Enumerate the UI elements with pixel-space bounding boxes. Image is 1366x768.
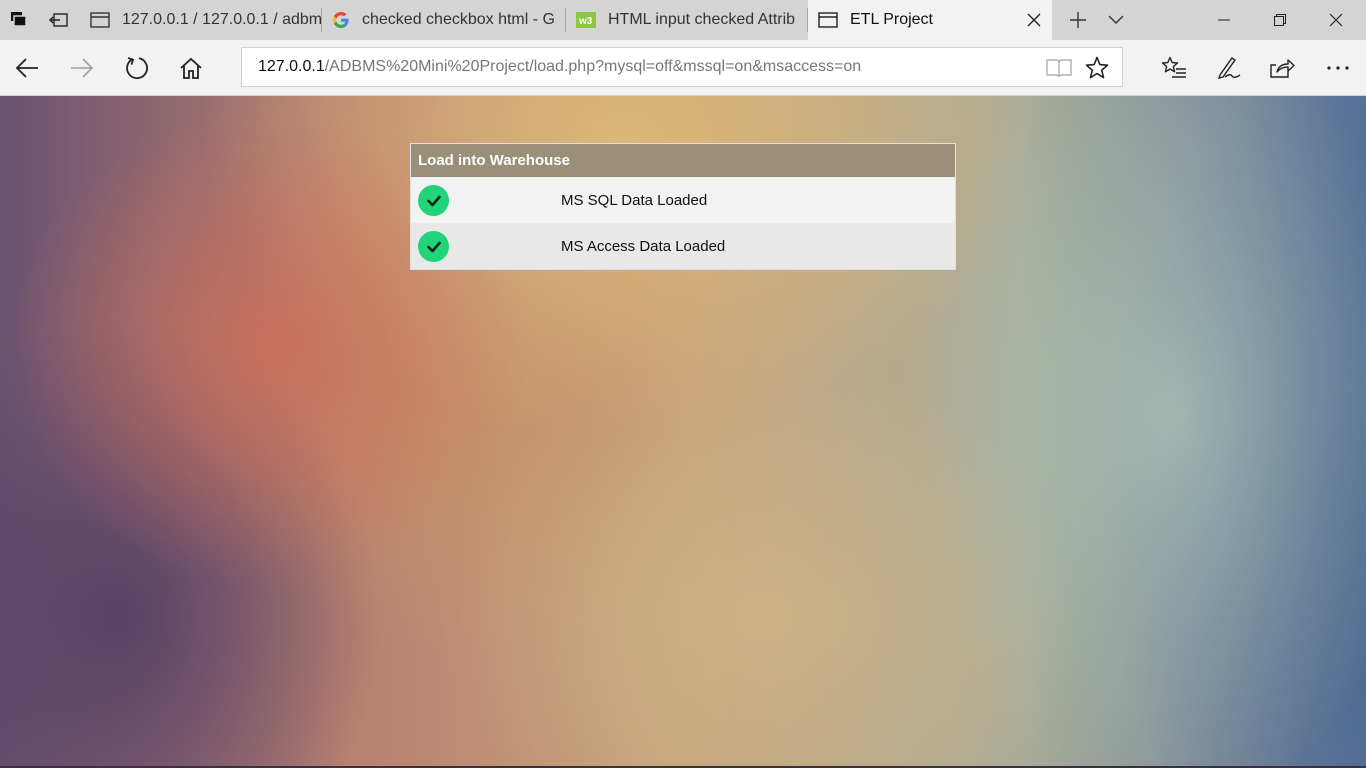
url-text[interactable]: 127.0.0.1/ADBMS%20Mini%20Project/load.ph… — [258, 58, 861, 76]
favorites-list-icon — [1161, 56, 1186, 78]
tab-strip: 127.0.0.1 / 127.0.0.1 / adbm checked che… — [0, 0, 1366, 40]
set-aside-tabs-button[interactable] — [38, 0, 80, 40]
home-button[interactable] — [171, 48, 211, 88]
share-button[interactable] — [1262, 48, 1302, 88]
panel-title: Load into Warehouse — [411, 144, 955, 177]
forward-button[interactable] — [62, 48, 102, 88]
home-icon — [180, 57, 202, 79]
tab-etl-project[interactable]: ETL Project — [808, 0, 1052, 40]
check-icon — [418, 185, 449, 216]
google-icon — [333, 12, 349, 28]
tab-google-search[interactable]: checked checkbox html - G — [322, 0, 566, 40]
pen-icon — [1217, 57, 1241, 79]
refresh-icon — [126, 57, 148, 79]
forward-arrow-icon — [71, 58, 94, 78]
close-tab-button[interactable] — [1024, 10, 1044, 30]
favorites-button[interactable] — [1154, 48, 1194, 88]
more-button[interactable] — [1318, 48, 1358, 88]
tab-preview-button[interactable] — [0, 0, 38, 40]
close-icon — [1329, 13, 1343, 27]
set-aside-tabs-icon — [49, 13, 68, 27]
add-favorite-button[interactable] — [1082, 54, 1112, 82]
page-icon — [818, 12, 838, 28]
back-arrow-icon — [15, 58, 38, 78]
book-icon — [1046, 59, 1072, 78]
w3schools-icon: w3 — [576, 12, 596, 28]
star-icon — [1085, 56, 1109, 79]
tab-title: checked checkbox html - G — [362, 11, 555, 28]
share-icon — [1270, 59, 1295, 78]
refresh-button[interactable] — [117, 48, 157, 88]
back-button[interactable] — [7, 48, 47, 88]
tab-title: ETL Project — [850, 11, 933, 28]
status-row: MS SQL Data Loaded — [411, 177, 955, 223]
chevron-down-icon — [1108, 15, 1124, 24]
more-icon — [1327, 66, 1349, 70]
tab-preview-icon — [11, 12, 27, 27]
minimize-icon — [1218, 19, 1230, 21]
svg-text:w3: w3 — [578, 16, 593, 27]
web-note-button[interactable] — [1209, 48, 1249, 88]
close-window-button[interactable] — [1308, 0, 1364, 40]
page-background: Load into Warehouse MS SQL Data Loaded M… — [0, 96, 1366, 768]
tab-list-button[interactable] — [1104, 0, 1128, 40]
check-icon — [418, 231, 449, 262]
tab-w3schools[interactable]: w3 HTML input checked Attrib — [566, 0, 808, 40]
plus-icon — [1070, 12, 1086, 28]
minimize-button[interactable] — [1196, 0, 1252, 40]
restore-button[interactable] — [1252, 0, 1308, 40]
status-row: MS Access Data Loaded — [411, 223, 955, 269]
address-bar[interactable]: 127.0.0.1/ADBMS%20Mini%20Project/load.ph… — [241, 47, 1123, 87]
load-warehouse-panel: Load into Warehouse MS SQL Data Loaded M… — [410, 143, 956, 270]
navigation-bar: 127.0.0.1/ADBMS%20Mini%20Project/load.ph… — [0, 40, 1366, 96]
status-label: MS Access Data Loaded — [561, 237, 726, 255]
new-tab-button[interactable] — [1052, 0, 1104, 40]
page-icon — [90, 12, 110, 28]
url-path: /ADBMS%20Mini%20Project/load.php?mysql=o… — [324, 58, 862, 75]
restore-icon — [1274, 14, 1286, 26]
tab-title: 127.0.0.1 / 127.0.0.1 / adbm — [121, 11, 322, 28]
close-icon — [1027, 13, 1041, 27]
status-label: MS SQL Data Loaded — [561, 191, 708, 209]
reading-view-button[interactable] — [1044, 56, 1074, 80]
tab-phpmyadmin[interactable]: 127.0.0.1 / 127.0.0.1 / adbm — [80, 0, 322, 40]
tab-title: HTML input checked Attrib — [608, 11, 796, 28]
url-host: 127.0.0.1 — [258, 58, 325, 75]
